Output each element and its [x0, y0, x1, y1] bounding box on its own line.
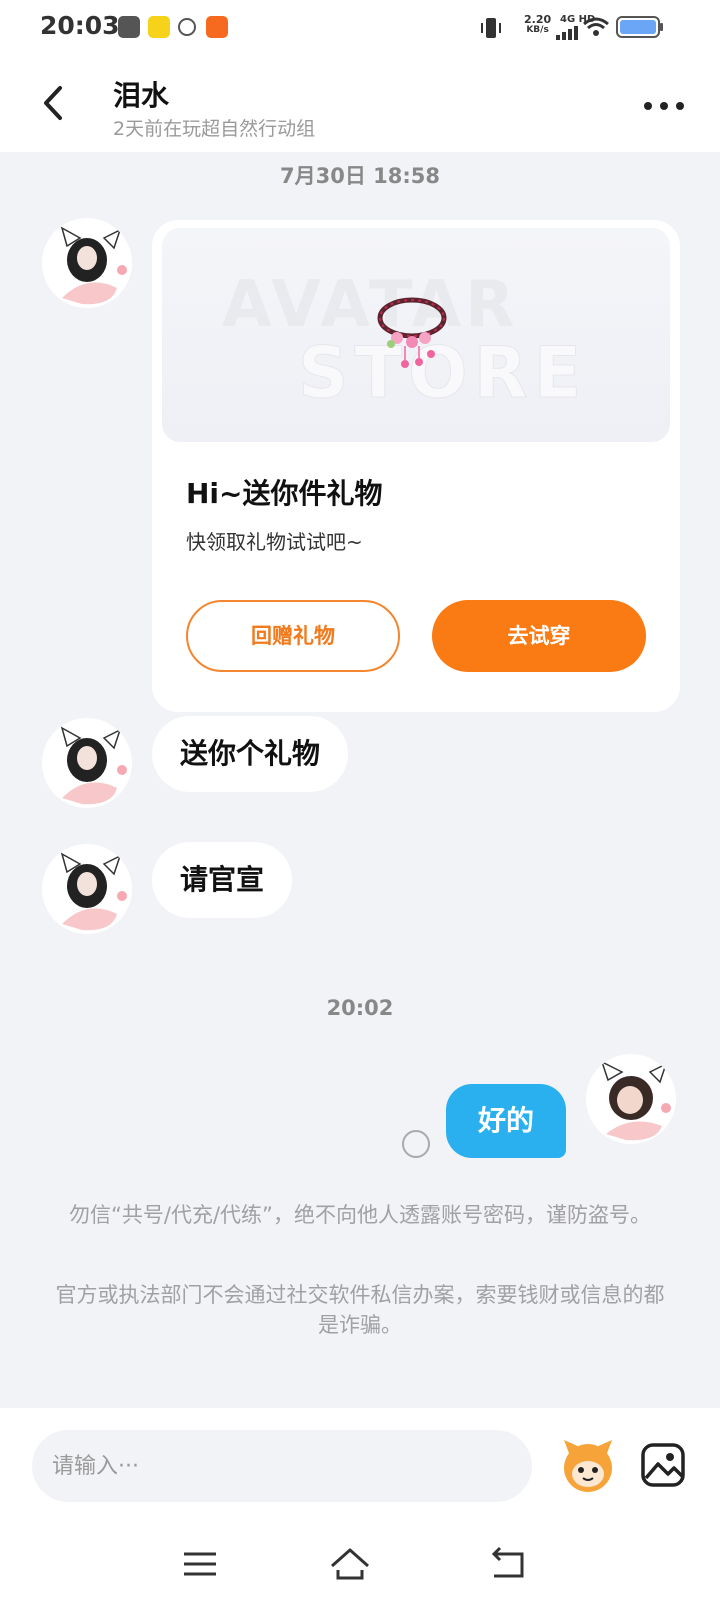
safety-notice: 勿信“共号/代充/代练”，绝不向他人透露账号密码，谨防盗号。 [69, 1203, 651, 1227]
status-time: 20:03 [40, 11, 120, 40]
status-bar: 20:03 2.20 KB/s 4G HD [0, 0, 720, 54]
system-nav-bar [0, 1528, 720, 1612]
message-input[interactable] [32, 1430, 532, 1502]
net-speed-unit: KB/s [526, 25, 549, 35]
back-button[interactable] [34, 78, 74, 128]
image-picker-button[interactable] [640, 1442, 686, 1488]
meituan-notification-icon [148, 16, 170, 38]
menu-nav-button[interactable] [178, 1544, 222, 1584]
contact-avatar[interactable] [42, 218, 132, 308]
gift-subtitle: 快领取礼物试试吧~ [186, 530, 363, 554]
vibrate-icon [481, 18, 501, 38]
contact-name[interactable]: 泪水 [113, 74, 169, 114]
fraud-notice: 官方或执法部门不会通过社交软件私信办案，索要钱财或信息的都是诈骗。 [55, 1283, 665, 1337]
contact-avatar[interactable] [42, 844, 132, 934]
incoming-message[interactable]: 送你个礼物 [152, 716, 349, 792]
wifi-icon [583, 17, 609, 36]
net-speed-value: 2.20 [524, 13, 552, 26]
contact-avatar[interactable] [42, 718, 132, 808]
return-gift-button[interactable]: 回赠礼物 [186, 600, 400, 672]
app-notification-icon [178, 18, 196, 36]
incoming-message[interactable]: 请官宣 [152, 842, 293, 918]
signal-icon [556, 26, 578, 40]
outgoing-message[interactable]: 好的 [446, 1084, 566, 1158]
taobao-notification-icon [206, 16, 228, 38]
chat-header: 泪水 2天前在玩超自然行动组 [0, 54, 720, 152]
contact-status: 2天前在玩超自然行动组 [113, 118, 316, 140]
home-nav-button[interactable] [328, 1544, 372, 1584]
message-timestamp: 20:02 [326, 996, 394, 1020]
back-arrow-icon [44, 86, 62, 120]
input-bar [0, 1408, 720, 1612]
mail-notification-icon [118, 16, 140, 38]
chat-screen: 20:03 2.20 KB/s 4G HD 泪水 2天前在玩超自然行动组 7月3… [0, 0, 720, 1612]
gift-card[interactable]: AVATAR STORE Hi~送你件礼物 快领取礼物试试吧~ 回赠礼物 去试穿 [152, 220, 680, 712]
try-on-button[interactable]: 去试穿 [432, 600, 646, 672]
gift-banner: AVATAR STORE [162, 228, 670, 442]
sending-status-icon [402, 1130, 430, 1158]
necklace-gift-icon [377, 297, 447, 368]
net-speed: 2.20 KB/s [524, 14, 551, 36]
back-nav-button[interactable] [486, 1544, 530, 1584]
message-timestamp: 7月30日 18:58 [280, 164, 440, 188]
my-avatar[interactable] [586, 1054, 676, 1144]
gift-title: Hi~送你件礼物 [186, 477, 383, 510]
emoji-button[interactable] [556, 1434, 620, 1498]
battery-icon [616, 16, 663, 38]
more-options-button[interactable] [640, 94, 688, 118]
